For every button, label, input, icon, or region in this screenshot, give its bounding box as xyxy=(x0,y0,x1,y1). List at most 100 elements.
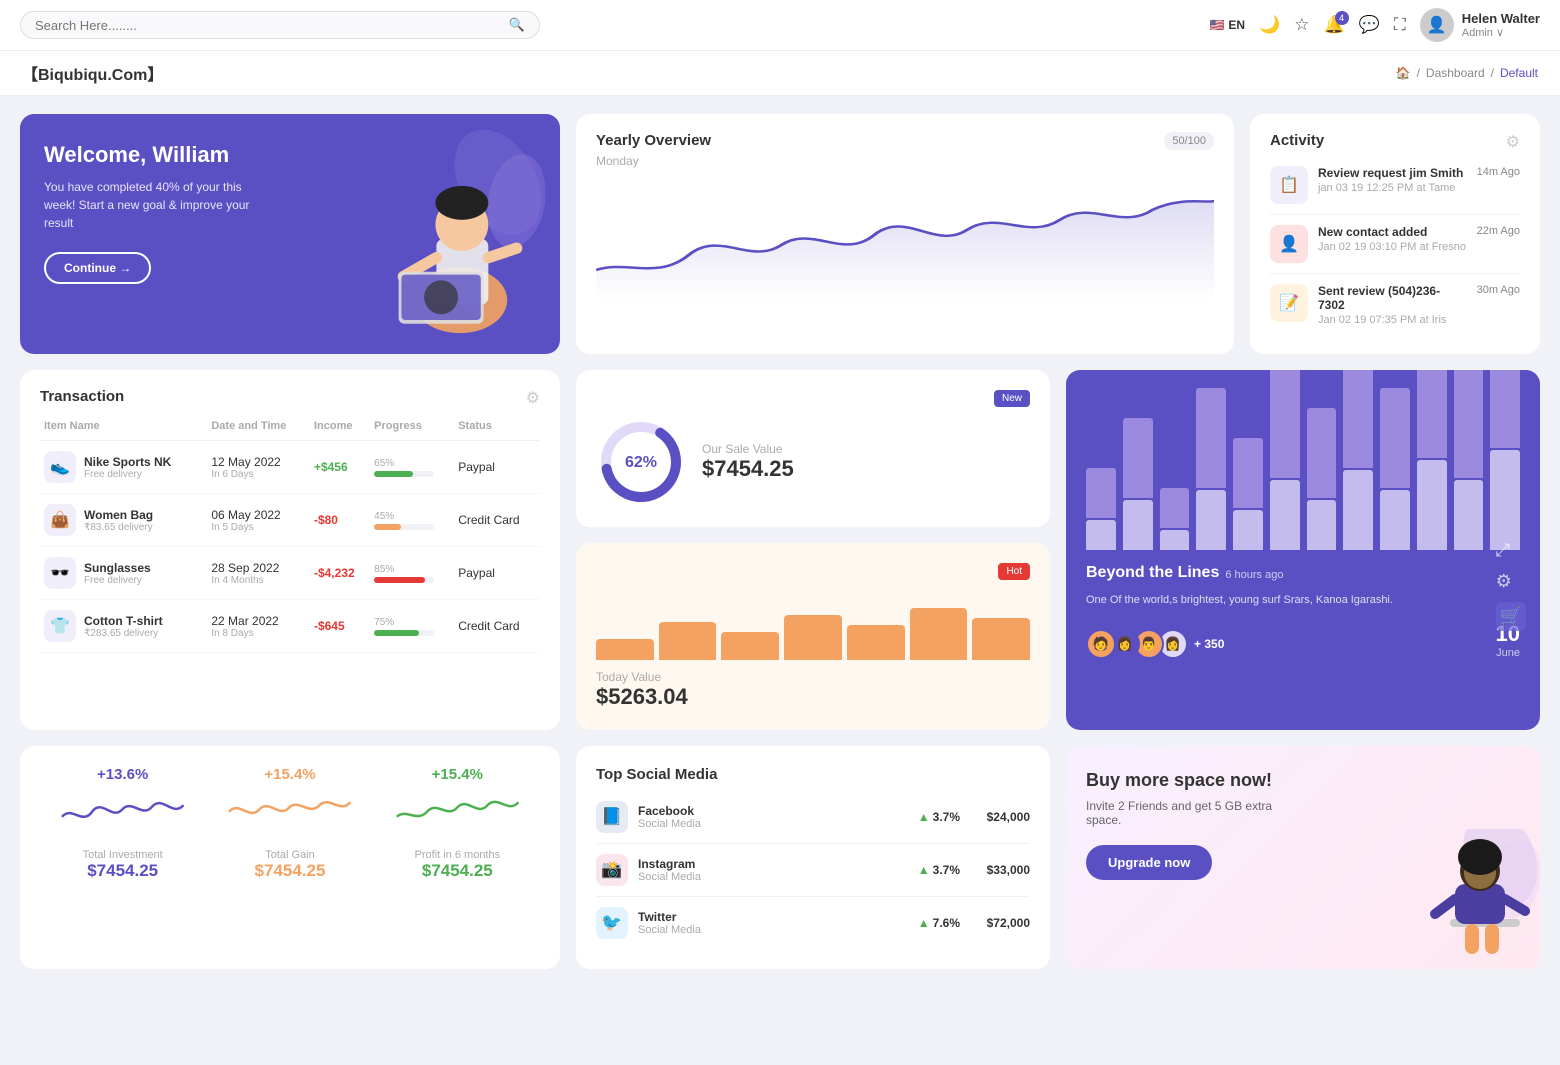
social-icon: 📸 xyxy=(596,854,628,886)
col-status: Status xyxy=(454,412,540,441)
bc-dashboard[interactable]: Dashboard xyxy=(1426,66,1485,80)
item-sub: Free delivery xyxy=(84,469,171,480)
notif-badge: 4 xyxy=(1335,11,1349,25)
bar-dark xyxy=(1160,488,1190,528)
table-row: 👟 Nike Sports NK Free delivery 12 May 20… xyxy=(40,441,540,494)
bar-dark xyxy=(1307,408,1337,498)
activity-item-title: Review request jim Smith xyxy=(1318,166,1467,180)
search-bar[interactable]: 🔍 xyxy=(20,11,540,39)
upgrade-button[interactable]: Upgrade now xyxy=(1086,845,1212,880)
social-val: $33,000 xyxy=(970,863,1030,877)
beyond-bar-item xyxy=(1490,370,1520,550)
sale-donut: 62% xyxy=(596,417,686,507)
activity-info: Sent review (504)236-7302 Jan 02 19 07:3… xyxy=(1318,284,1467,326)
item-status: Paypal xyxy=(454,547,540,600)
transaction-settings-icon[interactable]: ⚙ xyxy=(526,388,540,408)
activity-list: 📋 Review request jim Smith jan 03 19 12:… xyxy=(1270,156,1520,336)
darkmode-toggle[interactable]: 🌙 xyxy=(1259,15,1280,35)
item-date: 22 Mar 2022 xyxy=(211,614,306,628)
avatar: 👤 xyxy=(1420,8,1454,42)
item-sub: Free delivery xyxy=(84,575,151,586)
donut-wrap: 62% Our Sale Value $7454.25 xyxy=(596,417,1030,507)
beyond-desc: One Of the world,s brightest, young surf… xyxy=(1086,592,1520,609)
activity-item-time: 22m Ago xyxy=(1477,225,1520,237)
item-status: Credit Card xyxy=(454,600,540,653)
table-row: 👜 Women Bag ₹83.65 delivery 06 May 2022 … xyxy=(40,494,540,547)
social-row: 🐦 Twitter Social Media ▲7.6% $72,000 xyxy=(596,897,1030,949)
col-income: Income xyxy=(310,412,370,441)
today-card: Hot Today Value $5263.04 xyxy=(576,543,1050,730)
share-icon[interactable]: ⤢ xyxy=(1496,540,1526,561)
today-bar xyxy=(910,608,968,661)
welcome-card: Welcome, William You have completed 40% … xyxy=(20,114,560,354)
mini-stats-grid: +13.6% Total Investment $7454.25 +15.4% … xyxy=(44,766,536,949)
item-name: Nike Sports NK xyxy=(84,455,171,469)
beyond-header: Beyond the Lines 6 hours ago xyxy=(1086,564,1520,586)
activity-info: Review request jim Smith jan 03 19 12:25… xyxy=(1318,166,1467,194)
continue-button[interactable]: Continue → xyxy=(44,252,151,284)
cart-icon[interactable]: 🛒 xyxy=(1496,602,1526,631)
social-card: Top Social Media 📘 Facebook Social Media… xyxy=(576,746,1050,969)
beyond-bar-item xyxy=(1343,370,1373,550)
expand-icon[interactable]: ⛶ xyxy=(1394,15,1406,35)
today-bar xyxy=(972,618,1030,660)
beyond-title: Beyond the Lines xyxy=(1086,564,1219,582)
bar-dark xyxy=(1417,370,1447,458)
progress-bar xyxy=(374,471,434,477)
beyond-card: Beyond the Lines 6 hours ago One Of the … xyxy=(1066,370,1540,730)
item-icon: 🕶️ xyxy=(44,557,76,589)
yearly-title: Yearly Overview xyxy=(596,132,711,149)
table-row: 🕶️ Sunglasses Free delivery 28 Sep 2022 … xyxy=(40,547,540,600)
beyond-bar-item xyxy=(1417,370,1447,550)
bar-dark xyxy=(1490,370,1520,448)
beyond-bar-item xyxy=(1233,438,1263,550)
mini-stat-pct: +15.4% xyxy=(432,766,483,783)
settings-icon2[interactable]: ⚙ xyxy=(1496,571,1526,592)
social-pct: ▲3.7% xyxy=(918,863,960,877)
social-type: Social Media xyxy=(638,924,701,936)
bookmark-icon[interactable]: ☆ xyxy=(1294,15,1309,35)
user-info[interactable]: 👤 Helen Walter Admin ∨ xyxy=(1420,8,1540,42)
activity-settings-icon[interactable]: ⚙ xyxy=(1506,132,1520,152)
bar-dark xyxy=(1343,370,1373,468)
yearly-chart xyxy=(596,180,1214,300)
sale-value: $7454.25 xyxy=(702,456,1030,482)
new-badge: New xyxy=(994,390,1030,407)
message-icon[interactable]: 💬 xyxy=(1359,15,1380,35)
lang-selector[interactable]: 🇺🇸 EN xyxy=(1209,18,1245,32)
progress-bar xyxy=(374,577,434,583)
activity-item-sub: jan 03 19 12:25 PM at Tame xyxy=(1318,182,1467,194)
yearly-card: Yearly Overview 50/100 Monday xyxy=(576,114,1234,354)
notification-icon[interactable]: 🔔 4 xyxy=(1323,15,1344,35)
plus-count: + 350 xyxy=(1194,637,1224,651)
search-input[interactable] xyxy=(35,18,501,33)
bc-default: Default xyxy=(1500,66,1538,80)
social-title: Top Social Media xyxy=(596,766,717,783)
beyond-bar-item xyxy=(1270,370,1300,550)
mini-wave xyxy=(44,791,201,841)
bar-dark xyxy=(1270,370,1300,478)
social-name: Instagram xyxy=(638,857,701,871)
social-pct: ▲7.6% xyxy=(918,916,960,930)
home-icon[interactable]: 🏠 xyxy=(1396,66,1411,80)
item-date: 06 May 2022 xyxy=(211,508,306,522)
bar-dark xyxy=(1123,418,1153,498)
bar-light xyxy=(1196,490,1226,550)
social-name: Facebook xyxy=(638,804,701,818)
topnav-right: 🇺🇸 EN 🌙 ☆ 🔔 4 💬 ⛶ 👤 Helen Walter Admin ∨ xyxy=(1209,8,1540,42)
beyond-bar-item xyxy=(1086,468,1116,550)
item-name: Cotton T-shirt xyxy=(84,614,163,628)
transaction-card: Transaction ⚙ Item Name Date and Time In… xyxy=(20,370,560,730)
mini-wave xyxy=(211,791,368,841)
today-value: $5263.04 xyxy=(596,684,1030,710)
social-val: $24,000 xyxy=(970,810,1030,824)
activity-item: 📋 Review request jim Smith jan 03 19 12:… xyxy=(1270,156,1520,215)
today-bar xyxy=(721,632,779,660)
brand-logo: 【Biqubiqu.Com】 xyxy=(22,61,163,85)
progress-bar xyxy=(374,524,434,530)
welcome-subtitle: You have completed 40% of your this week… xyxy=(44,178,264,232)
item-icon: 👜 xyxy=(44,504,76,536)
mini-stat: +15.4% Profit in 6 months $7454.25 xyxy=(379,766,536,949)
sale-label: Our Sale Value xyxy=(702,442,1030,456)
activity-thumb: 📝 xyxy=(1270,284,1308,322)
